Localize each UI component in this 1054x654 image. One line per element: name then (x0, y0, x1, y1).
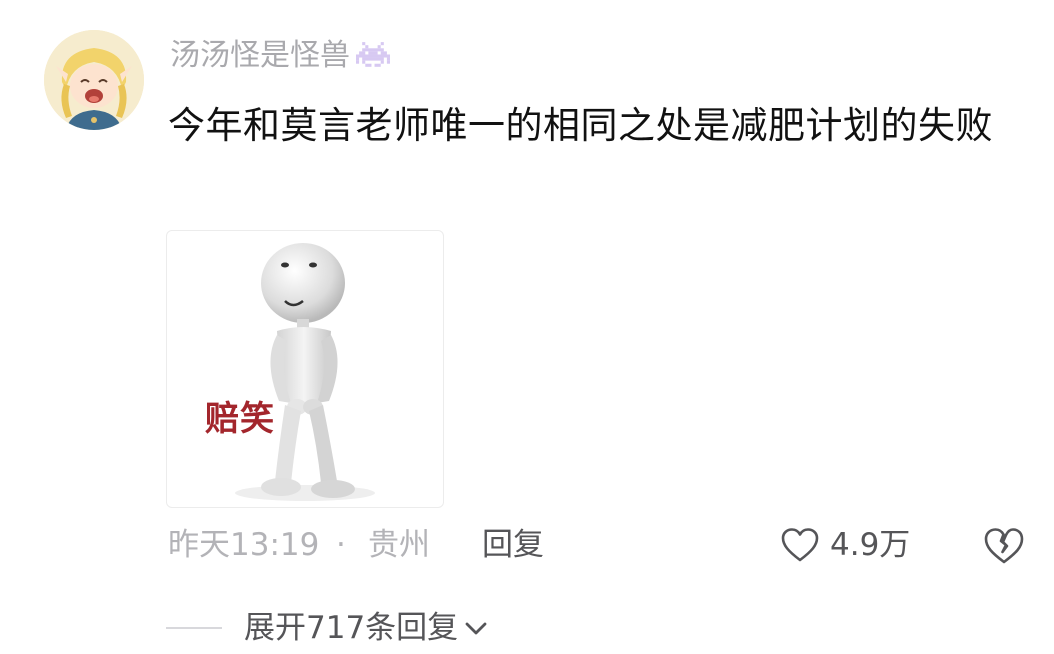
like-count: 4.9万 (830, 527, 911, 563)
heart-outline-icon (780, 527, 820, 563)
comment-location: 贵州 (368, 527, 430, 563)
expand-replies-button[interactable]: 展开717条回复 (244, 604, 490, 652)
meta-separator: · (336, 527, 346, 563)
pixel-monster-icon (356, 39, 390, 73)
chevron-down-icon (462, 614, 490, 642)
comment-time: 昨天13:19 (168, 527, 320, 563)
like-button[interactable]: 4.9万 (780, 522, 910, 568)
username-row: 汤汤怪是怪兽 (170, 34, 390, 78)
avatar-image (44, 30, 144, 130)
comment-meta: 昨天13:19 · 贵州 回复 4.9万 (168, 522, 1028, 568)
meme-caption: 赔笑 (205, 399, 275, 439)
comment-text: 今年和莫言老师唯一的相同之处是减肥计划的失败 (168, 104, 993, 147)
meme-figure (235, 243, 375, 501)
broken-heart-icon[interactable] (982, 526, 1026, 566)
user-avatar[interactable] (44, 30, 144, 130)
expand-replies-label: 展开717条回复 (244, 610, 459, 646)
reply-button[interactable]: 回复 (482, 522, 544, 568)
divider-line (166, 627, 222, 629)
expand-replies-row: 展开717条回复 (166, 604, 490, 652)
meme-image[interactable]: 赔笑 (166, 230, 444, 508)
username[interactable]: 汤汤怪是怪兽 (170, 34, 350, 78)
